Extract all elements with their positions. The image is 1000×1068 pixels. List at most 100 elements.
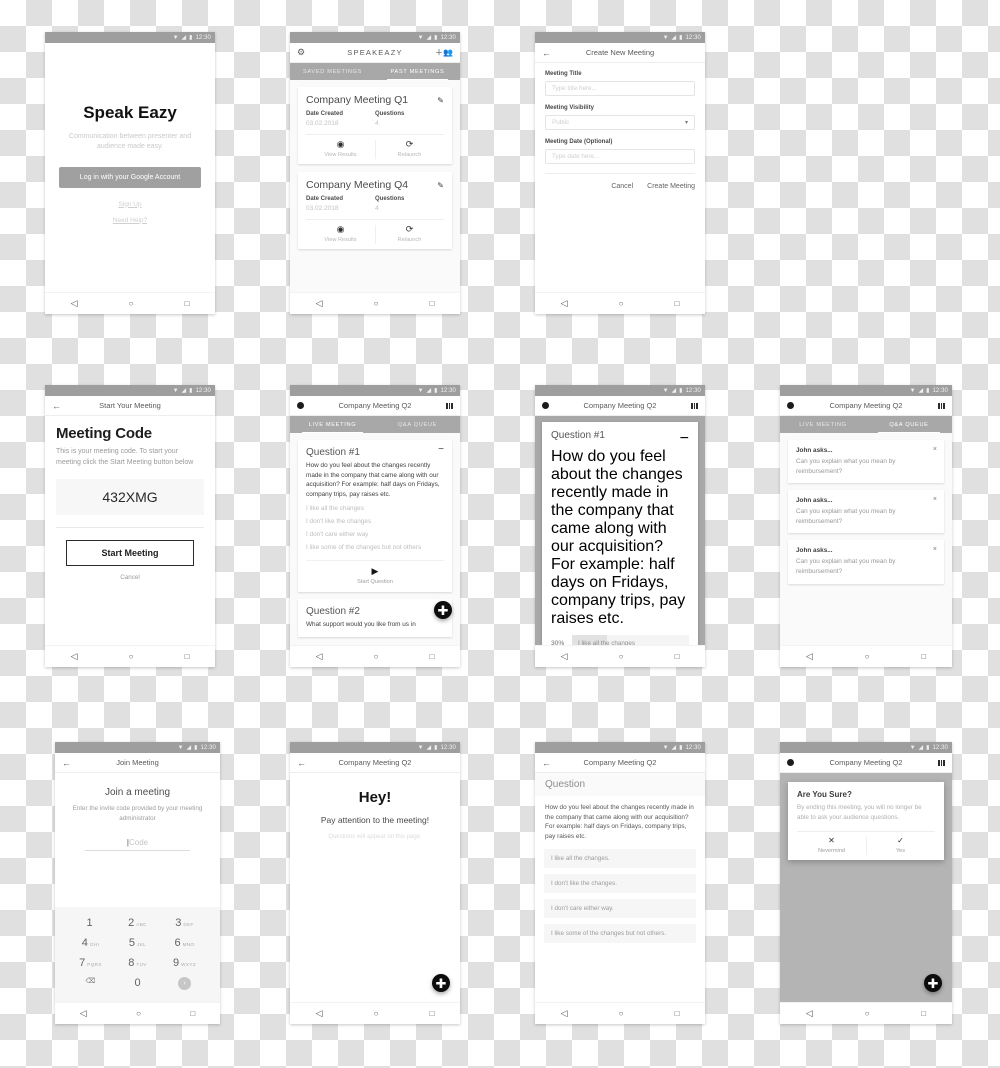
nav-back-icon[interactable]: ◁ (806, 1009, 813, 1018)
view-results-button[interactable]: ◉ View Results (306, 220, 375, 249)
gear-icon[interactable]: ⚙ (297, 47, 305, 58)
question-card[interactable]: Question #1 − How do you feel about the … (298, 440, 452, 593)
nav-recent-icon[interactable]: □ (921, 1009, 926, 1018)
nav-back-icon[interactable]: ◁ (71, 652, 78, 661)
key-4[interactable]: 4 GHI (67, 933, 114, 953)
qa-item[interactable]: John asks... Can you explain what you me… (788, 440, 944, 484)
relaunch-button[interactable]: ⟳ Relaunch (375, 135, 444, 164)
nav-back-icon[interactable]: ◁ (316, 1009, 323, 1018)
create-meeting-button[interactable]: Create Meeting (647, 183, 695, 190)
nav-home-icon[interactable]: ○ (129, 299, 134, 308)
tab-live-meeting[interactable]: LIVE MEETING (290, 416, 375, 433)
nav-home-icon[interactable]: ○ (136, 1009, 141, 1018)
nav-home-icon[interactable]: ○ (129, 652, 134, 661)
nav-home-icon[interactable]: ○ (619, 652, 624, 661)
nav-recent-icon[interactable]: □ (190, 1009, 195, 1018)
answer-option[interactable]: I like some of the changes but not other… (544, 924, 696, 944)
qa-item[interactable]: John asks... Can you explain what you me… (788, 540, 944, 584)
nav-back-icon[interactable]: ◁ (316, 652, 323, 661)
nav-recent-icon[interactable]: □ (675, 1009, 680, 1018)
nav-recent-icon[interactable]: □ (430, 1009, 435, 1018)
add-user-icon[interactable]: ＋👥 (435, 47, 453, 58)
ask-question-fab[interactable]: ✚ (924, 974, 942, 992)
meeting-card[interactable]: Company Meeting Q4 ✎ Date Created 03.02.… (298, 172, 452, 249)
back-arrow-icon[interactable]: ← (542, 48, 551, 58)
view-results-button[interactable]: ◉ View Results (306, 135, 375, 164)
back-arrow-icon[interactable]: ← (542, 758, 551, 768)
answer-option[interactable]: I like all the changes. (544, 849, 696, 869)
menu-grid-icon[interactable] (938, 402, 945, 409)
cancel-button[interactable]: Cancel (611, 183, 633, 190)
relaunch-button[interactable]: ⟳ Relaunch (375, 220, 444, 249)
key-2[interactable]: 2 ABC (114, 913, 161, 933)
meeting-date-input[interactable]: Type date here... (545, 149, 695, 164)
nav-recent-icon[interactable]: □ (675, 652, 680, 661)
backspace-key[interactable]: ⌫ (67, 973, 114, 994)
submit-key[interactable]: › (161, 973, 208, 994)
tab-past-meetings[interactable]: PAST MEETINGS (375, 63, 460, 80)
nav-home-icon[interactable]: ○ (374, 652, 379, 661)
nav-recent-icon[interactable]: □ (430, 652, 435, 661)
nav-back-icon[interactable]: ◁ (561, 1009, 568, 1018)
start-question-button[interactable]: ▶ Start Question (306, 560, 444, 585)
tab-qa-queue[interactable]: Q&A QUEUE (375, 416, 460, 433)
ask-question-fab[interactable]: ✚ (432, 974, 450, 992)
close-icon[interactable]: × (933, 496, 937, 503)
nav-home-icon[interactable]: ○ (374, 1009, 379, 1018)
meeting-card[interactable]: Company Meeting Q1 ✎ Date Created 03.02.… (298, 87, 452, 164)
nav-back-icon[interactable]: ◁ (561, 299, 568, 308)
back-arrow-icon[interactable]: ← (52, 401, 61, 411)
key-3[interactable]: 3 DEF (161, 913, 208, 933)
meeting-title-input[interactable]: Type title here... (545, 81, 695, 96)
close-icon[interactable]: × (933, 546, 937, 553)
nav-recent-icon[interactable]: □ (675, 299, 680, 308)
tab-qa-queue[interactable]: Q&A QUEUE (866, 416, 952, 433)
key-1[interactable]: 1 (67, 913, 114, 933)
answer-option[interactable]: I don't like the changes. (544, 874, 696, 894)
collapse-icon[interactable]: − (680, 430, 689, 448)
nav-home-icon[interactable]: ○ (865, 1009, 870, 1018)
nav-home-icon[interactable]: ○ (374, 299, 379, 308)
need-help-link[interactable]: Need Help? (113, 217, 147, 224)
nav-back-icon[interactable]: ◁ (71, 299, 78, 308)
google-login-button[interactable]: Log in with your Google Account (59, 166, 201, 188)
yes-button[interactable]: ✓ Yes (866, 832, 935, 860)
qa-item[interactable]: John asks... Can you explain what you me… (788, 490, 944, 534)
add-question-fab[interactable]: ✚ (434, 601, 452, 619)
nav-recent-icon[interactable]: □ (921, 652, 926, 661)
menu-grid-icon[interactable] (938, 759, 945, 766)
key-5[interactable]: 5 JKL (114, 933, 161, 953)
nav-recent-icon[interactable]: □ (185, 299, 190, 308)
edit-icon[interactable]: ✎ (437, 181, 444, 190)
meeting-visibility-select[interactable]: Public ▾ (545, 115, 695, 130)
key-0[interactable]: 0 (114, 973, 161, 994)
nav-back-icon[interactable]: ◁ (561, 652, 568, 661)
key-8[interactable]: 8 TUV (114, 953, 161, 973)
nav-home-icon[interactable]: ○ (619, 1009, 624, 1018)
collapse-icon[interactable]: − (438, 445, 444, 455)
nav-home-icon[interactable]: ○ (865, 652, 870, 661)
sign-up-link[interactable]: Sign Up (118, 201, 141, 208)
menu-grid-icon[interactable] (691, 402, 698, 409)
nav-back-icon[interactable]: ◁ (316, 299, 323, 308)
cancel-link[interactable]: Cancel (56, 574, 204, 581)
menu-grid-icon[interactable] (446, 402, 453, 409)
start-meeting-button[interactable]: Start Meeting (66, 539, 194, 566)
close-icon[interactable]: × (933, 446, 937, 453)
key-9[interactable]: 9 WXYZ (161, 953, 208, 973)
back-arrow-icon[interactable]: ← (62, 758, 71, 768)
answer-option[interactable]: I don't care either way. (544, 899, 696, 919)
nav-back-icon[interactable]: ◁ (80, 1009, 87, 1018)
code-input[interactable]: |Code (85, 838, 190, 851)
tab-saved-meetings[interactable]: SAVED MEETINGS (290, 63, 375, 80)
nav-recent-icon[interactable]: □ (430, 299, 435, 308)
nav-home-icon[interactable]: ○ (619, 299, 624, 308)
question-card[interactable]: Question #2 What support would you like … (298, 599, 452, 638)
tab-live-meeting[interactable]: LIVE MEETING (780, 416, 866, 433)
back-arrow-icon[interactable]: ← (297, 758, 306, 768)
nav-recent-icon[interactable]: □ (185, 652, 190, 661)
key-7[interactable]: 7 PQRS (67, 953, 114, 973)
key-6[interactable]: 6 MNO (161, 933, 208, 953)
edit-icon[interactable]: ✎ (437, 96, 444, 105)
nevermind-button[interactable]: ✕ Nevermind (797, 832, 866, 860)
